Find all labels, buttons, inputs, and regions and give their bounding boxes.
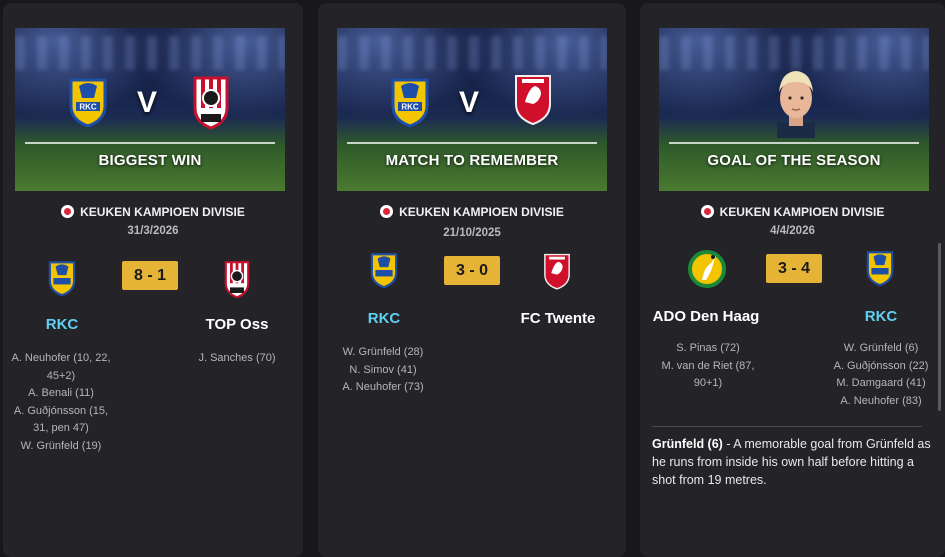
scrollbar[interactable] xyxy=(938,243,941,411)
divider xyxy=(652,426,922,427)
goal-scorer-label: Grünfeld (6) xyxy=(652,437,723,451)
rkc-crest-icon xyxy=(866,251,894,287)
score-badge: 8 - 1 xyxy=(122,261,178,290)
biggest-win-card[interactable]: RKC V BIGGEST WIN KEUKEN KAMPIOEN DIVISI… xyxy=(3,3,303,557)
scorer-line: A. Neuhofer (83) xyxy=(840,394,922,407)
match-date: 4/4/2026 xyxy=(770,225,815,237)
keuken-kampioen-divisie-icon xyxy=(700,205,714,218)
scorer-line: A. Neuhofer (10, 22, xyxy=(11,352,111,364)
home-scorers-list: W. Grünfeld (28) N. Simov (41) A. Neuhof… xyxy=(318,344,448,397)
match-date: 21/10/2025 xyxy=(443,227,501,239)
scorer-line: W. Grünfeld (19) xyxy=(20,439,102,452)
home-team-name[interactable]: RKC xyxy=(3,316,132,333)
rkc-crest-icon xyxy=(370,253,398,289)
league-label: KEUKEN KAMPIOEN DIVISIE xyxy=(3,205,303,219)
scorer-line: 90+1) xyxy=(693,377,723,389)
rkc-crest-icon: RKC xyxy=(391,78,429,128)
versus-label: V xyxy=(459,86,480,119)
league-label: KEUKEN KAMPIOEN DIVISIE xyxy=(640,205,945,219)
away-team-name[interactable]: TOP Oss xyxy=(167,316,303,333)
top-oss-crest-icon xyxy=(224,261,250,299)
away-scorers-list: W. Grünfeld (6) A. Guðjónsson (22) M. Da… xyxy=(816,340,945,410)
league-label: KEUKEN KAMPIOEN DIVISIE xyxy=(318,205,626,219)
scorer-line: W. Grünfeld (28) xyxy=(342,346,424,358)
score-badge: 3 - 4 xyxy=(766,254,822,283)
rkc-crest-icon: RKC xyxy=(69,78,107,128)
scorer-line: W. Grünfeld (6) xyxy=(843,342,919,354)
scorer-line: N. Simov (41) xyxy=(349,363,417,376)
scorer-line: 31, pen 47) xyxy=(33,422,89,434)
scorer-line: M. van de Riet (87, xyxy=(661,359,755,372)
home-scorers-list: A. Neuhofer (10, 22, 45+2) A. Benali (11… xyxy=(3,350,126,455)
home-team-name[interactable]: RKC xyxy=(318,310,454,327)
goal-of-the-season-card[interactable]: GOAL OF THE SEASON KEUKEN KAMPIOEN DIVIS… xyxy=(640,3,945,557)
match-to-remember-card[interactable]: RKC V MATCH TO REMEMBER KEUKEN KAMPIOEN … xyxy=(318,3,626,557)
fc-twente-crest-icon xyxy=(544,253,570,290)
scorer-line: M. Damgaard (41) xyxy=(836,377,926,389)
scorer-line: 45+2) xyxy=(46,369,76,382)
scorer-line: A. Benali (11) xyxy=(28,387,94,399)
scorer-line: J. Sanches (70) xyxy=(198,352,276,364)
match-date: 31/3/2026 xyxy=(127,225,179,237)
goal-of-the-season-banner: GOAL OF THE SEASON xyxy=(659,28,929,191)
banner-title: GOAL OF THE SEASON xyxy=(707,152,881,169)
keuken-kampioen-divisie-icon xyxy=(61,205,75,218)
player-portrait-image xyxy=(777,71,815,138)
away-team-name[interactable]: FC Twente xyxy=(488,310,626,327)
versus-label: V xyxy=(137,86,158,119)
keuken-kampioen-divisie-icon xyxy=(380,205,394,218)
away-scorers-list: J. Sanches (70) xyxy=(172,350,302,368)
svg-text:RKC: RKC xyxy=(401,103,419,112)
goal-description: Grünfeld (6) - A memorable goal from Grü… xyxy=(652,435,937,489)
biggest-win-banner: RKC V BIGGEST WIN xyxy=(15,28,285,191)
top-oss-crest-icon xyxy=(193,76,229,130)
ado-den-haag-crest-icon xyxy=(688,250,726,288)
rkc-crest-icon xyxy=(48,261,76,297)
match-to-remember-banner: RKC V MATCH TO REMEMBER xyxy=(337,28,607,191)
scorer-line: A. Guðjónsson (22) xyxy=(833,359,929,372)
banner-title: MATCH TO REMEMBER xyxy=(385,152,559,169)
home-team-name[interactable]: ADO Den Haag xyxy=(640,308,776,325)
svg-text:RKC: RKC xyxy=(79,103,97,112)
fc-twente-crest-icon xyxy=(515,75,551,126)
scorer-line: A. Guðjónsson (15, xyxy=(13,404,109,417)
scorer-line: S. Pinas (72) xyxy=(676,342,740,354)
scorer-line: A. Neuhofer (73) xyxy=(342,381,424,393)
home-scorers-list: S. Pinas (72) M. van de Riet (87, 90+1) xyxy=(643,340,773,393)
away-team-name[interactable]: RKC xyxy=(811,308,945,325)
banner-title: BIGGEST WIN xyxy=(98,152,202,169)
score-badge: 3 - 0 xyxy=(444,256,500,285)
